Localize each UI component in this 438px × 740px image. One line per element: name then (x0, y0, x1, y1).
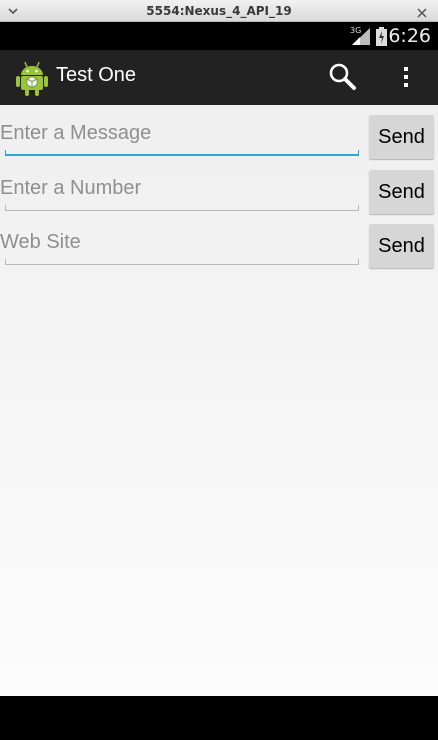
content-area: Send Send Send (0, 105, 438, 696)
message-input-underline (5, 150, 359, 156)
search-button[interactable] (328, 62, 358, 92)
number-row: Send (0, 165, 438, 215)
signal-icon (352, 28, 370, 45)
overflow-menu-button[interactable] (396, 62, 416, 92)
send-website-button[interactable]: Send (369, 224, 434, 268)
android-app-icon[interactable] (16, 59, 48, 97)
website-row: Send (0, 219, 438, 269)
number-input-underline (5, 205, 359, 211)
overflow-menu-icon (404, 67, 408, 87)
status-bar: 3G 6:26 (0, 22, 438, 50)
send-number-button[interactable]: Send (369, 170, 434, 214)
message-input[interactable] (0, 116, 360, 150)
website-input[interactable] (0, 225, 360, 259)
message-field-container (0, 110, 362, 158)
number-input[interactable] (0, 171, 360, 205)
website-input-underline (5, 259, 359, 265)
action-bar: Test One (0, 50, 438, 105)
message-row: Send (0, 110, 438, 160)
app-title: Test One (56, 64, 137, 86)
close-icon (417, 8, 427, 18)
search-icon (329, 63, 356, 90)
battery-charging-icon (376, 27, 387, 46)
number-field-container (0, 165, 362, 213)
navigation-bar (0, 696, 438, 740)
window-close-button[interactable] (416, 4, 430, 18)
status-time: 6:26 (388, 25, 431, 47)
window-title: 5554:Nexus_4_API_19 (146, 4, 292, 18)
emulator-titlebar: 5554:Nexus_4_API_19 (0, 0, 438, 22)
send-message-button[interactable]: Send (369, 115, 434, 159)
website-field-container (0, 219, 362, 267)
